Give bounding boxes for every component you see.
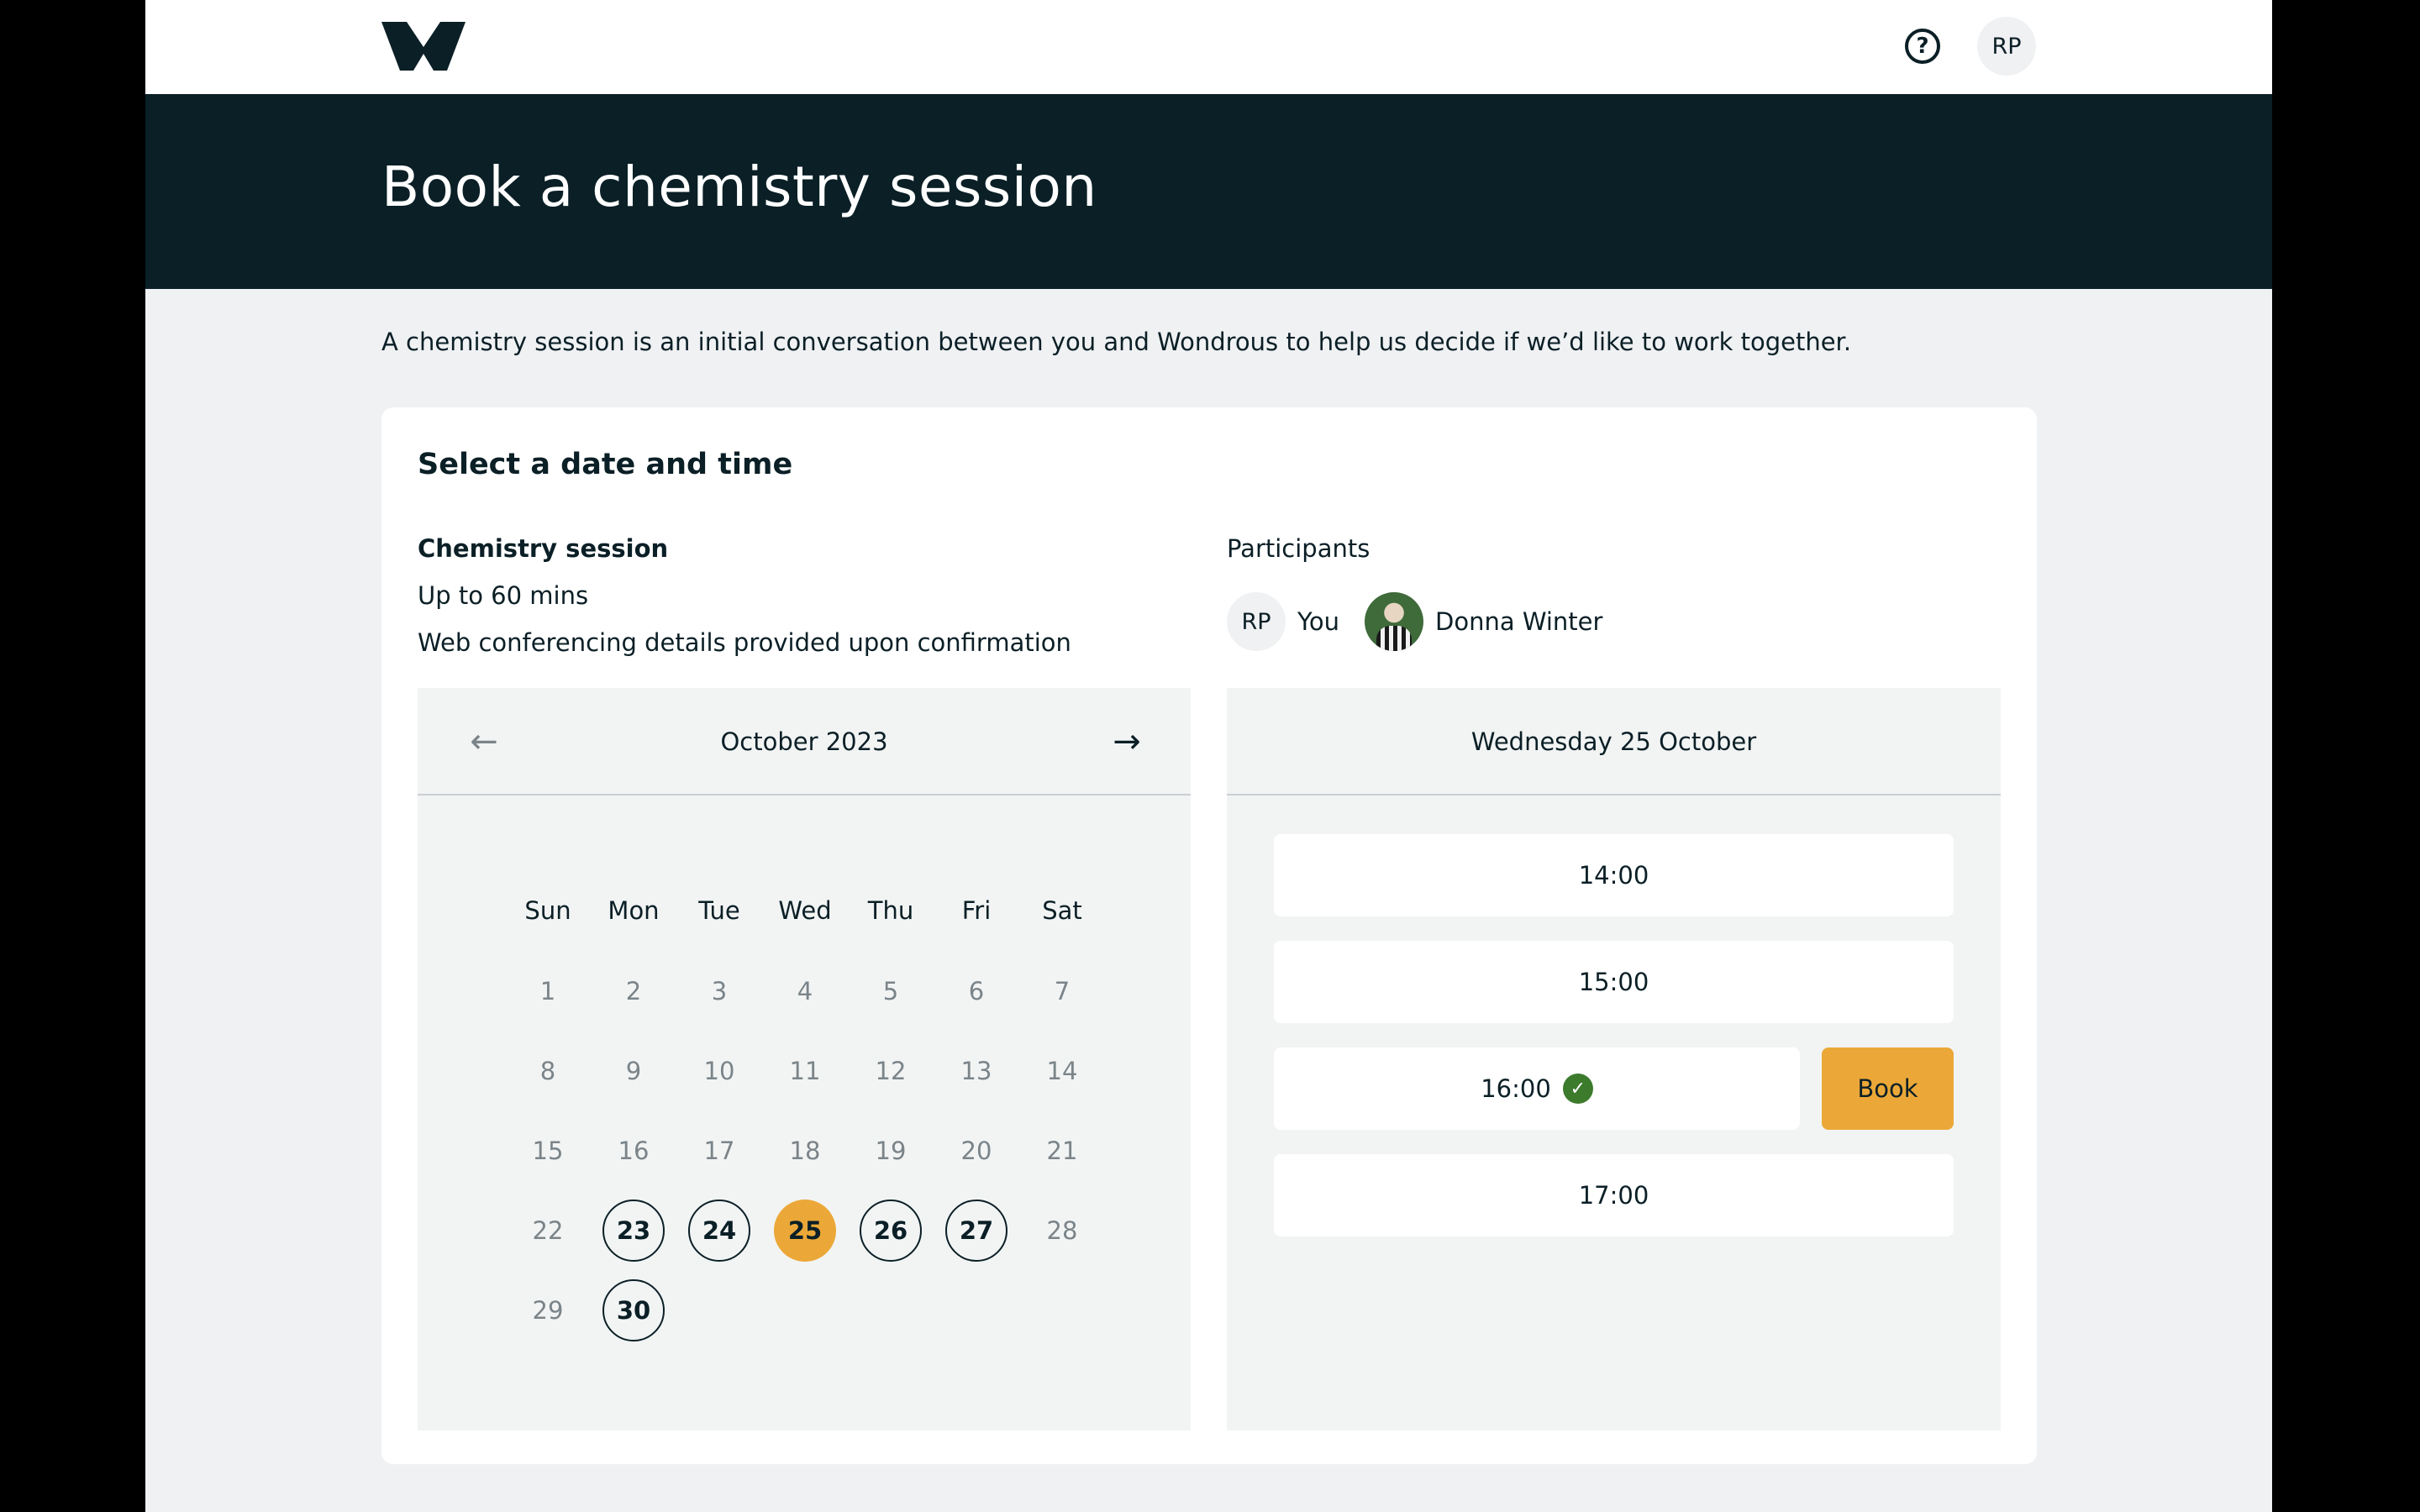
app-window: ? RP Book a chemistry session A chemistr… bbox=[145, 0, 2272, 1512]
weekday-wed: Wed bbox=[778, 896, 832, 925]
weekday-sun: Sun bbox=[524, 896, 571, 925]
calendar-day[interactable]: 23 bbox=[602, 1200, 665, 1262]
session-name: Chemistry session bbox=[418, 534, 669, 563]
time-slot-label: 14:00 bbox=[1578, 861, 1649, 890]
weekday-sat: Sat bbox=[1042, 896, 1082, 925]
participant-you-avatar: RP bbox=[1227, 592, 1286, 651]
weekday-tue: Tue bbox=[698, 896, 740, 925]
participant-you-label: You bbox=[1297, 607, 1339, 636]
arrow-right-icon[interactable]: → bbox=[1107, 722, 1147, 762]
page-hero: Book a chemistry session bbox=[145, 94, 2272, 289]
calendar-month-label: October 2023 bbox=[720, 727, 888, 756]
weekday-fri: Fri bbox=[961, 896, 992, 925]
calendar-days: 1 2 3 4 5 6 7 8 9 10 11 12 13 14 15 16 17 18 19 20 21 22 23 24 2… bbox=[505, 963, 1105, 1383]
session-details: Web conferencing details provided upon c… bbox=[418, 628, 1071, 657]
time-slots-panel: Wednesday 25 October 14:00 15:00 Book 16:00… bbox=[1227, 688, 2001, 1431]
calendar-day: 7 bbox=[1054, 977, 1071, 1005]
participants: Participants RP You Donna Winter bbox=[1227, 525, 1602, 651]
calendar-day: 10 bbox=[703, 1057, 735, 1085]
calendar-panel: October 2023 ← → Sun Mon Tue Wed Thu Fri Sat 1… bbox=[418, 688, 1191, 1431]
calendar-day: 6 bbox=[968, 977, 985, 1005]
calendar-day: 5 bbox=[882, 977, 899, 1005]
session-info: Chemistry session Up to 60 mins Web conf… bbox=[418, 525, 1071, 666]
participants-label: Participants bbox=[1227, 534, 1370, 563]
time-slot[interactable]: 15:00 bbox=[1274, 941, 1954, 1023]
top-bar: ? RP bbox=[145, 0, 2272, 94]
calendar-day: 16 bbox=[618, 1137, 650, 1165]
calendar-day: 18 bbox=[789, 1137, 821, 1165]
wondrous-logo[interactable] bbox=[381, 22, 466, 71]
calendar-day: 12 bbox=[875, 1057, 907, 1085]
time-slot-selected[interactable]: 16:00 ✓ bbox=[1274, 1047, 1800, 1130]
check-circle-icon: ✓ bbox=[1562, 1074, 1593, 1104]
book-button[interactable]: Book bbox=[1822, 1047, 1954, 1130]
calendar-day: 19 bbox=[875, 1137, 907, 1165]
session-duration: Up to 60 mins bbox=[418, 581, 589, 610]
time-slot-label: 17:00 bbox=[1578, 1181, 1649, 1210]
participant-name: Donna Winter bbox=[1435, 607, 1603, 636]
calendar-day: 14 bbox=[1046, 1057, 1078, 1085]
weekday-mon: Mon bbox=[608, 896, 660, 925]
user-avatar[interactable]: RP bbox=[1977, 17, 2036, 76]
page-title: Book a chemistry session bbox=[381, 155, 1097, 219]
calendar-day[interactable]: 30 bbox=[602, 1279, 665, 1341]
calendar-day: 17 bbox=[703, 1137, 735, 1165]
time-slot[interactable]: 17:00 bbox=[1274, 1154, 1954, 1236]
calendar-day: 20 bbox=[960, 1137, 992, 1165]
calendar-day: 29 bbox=[532, 1296, 564, 1325]
calendar-day: 3 bbox=[711, 977, 728, 1005]
calendar-day: 15 bbox=[532, 1137, 564, 1165]
time-slot[interactable]: 14:00 bbox=[1274, 834, 1954, 916]
calendar-day: 4 bbox=[797, 977, 813, 1005]
calendar-day: 13 bbox=[960, 1057, 992, 1085]
booking-card: Select a date and time Chemistry session… bbox=[381, 407, 2037, 1464]
calendar-day: 21 bbox=[1046, 1137, 1078, 1165]
calendar-day[interactable]: 26 bbox=[860, 1200, 922, 1262]
time-slot-label: 15:00 bbox=[1578, 968, 1649, 996]
calendar-day: 11 bbox=[789, 1057, 821, 1085]
calendar-day: 1 bbox=[539, 977, 556, 1005]
calendar-day[interactable]: 24 bbox=[688, 1200, 750, 1262]
calendar-day: 28 bbox=[1046, 1216, 1078, 1245]
participant-photo bbox=[1365, 592, 1423, 651]
calendar-day: 2 bbox=[625, 977, 642, 1005]
calendar-day-selected[interactable]: 25 bbox=[774, 1200, 836, 1262]
calendar-day: 9 bbox=[625, 1057, 642, 1085]
calendar-day: 22 bbox=[532, 1216, 564, 1245]
time-slot-label: 16:00 bbox=[1481, 1074, 1551, 1103]
help-icon[interactable]: ? bbox=[1905, 29, 1940, 64]
card-title: Select a date and time bbox=[418, 448, 793, 481]
arrow-left-icon[interactable]: ← bbox=[464, 722, 504, 762]
intro-text: A chemistry session is an initial conver… bbox=[381, 328, 1852, 356]
calendar-header: October 2023 ← → bbox=[418, 688, 1191, 795]
calendar-weekdays: Sun Mon Tue Wed Thu Fri Sat bbox=[505, 896, 1105, 930]
weekday-thu: Thu bbox=[867, 896, 914, 925]
calendar-day[interactable]: 27 bbox=[945, 1200, 1007, 1262]
selected-date-label: Wednesday 25 October bbox=[1227, 688, 2001, 795]
participants-list: RP You Donna Winter bbox=[1227, 592, 1731, 653]
calendar-day: 8 bbox=[539, 1057, 556, 1085]
